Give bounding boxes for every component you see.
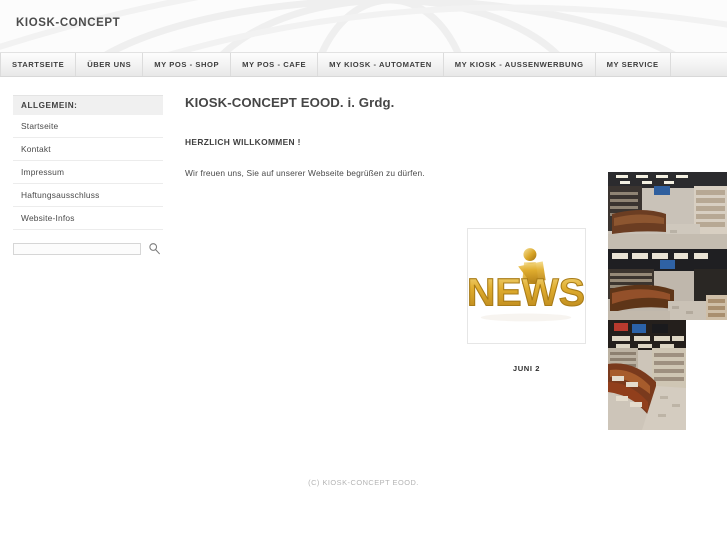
- sidebar-heading: ALLGEMEIN:: [13, 95, 163, 115]
- search-icon[interactable]: [148, 242, 161, 255]
- news-gold-image-icon: NEWS: [467, 228, 586, 344]
- sidebar-item-startseite[interactable]: Startseite: [13, 115, 163, 138]
- welcome-paragraph: Wir freuen uns, Sie auf unserer Webseite…: [185, 168, 425, 178]
- welcome-subtitle: HERZLICH WILLKOMMEN !: [185, 137, 301, 147]
- footer-copyright: (C) KIOSK-CONCEPT EOOD.: [308, 478, 419, 487]
- kiosk-photo-2: [608, 249, 727, 320]
- site-header: KIOSK-CONCEPT: [0, 0, 727, 52]
- page-root: KIOSK-CONCEPT STARTSEITE ÜBER UNS MY POS…: [0, 0, 727, 545]
- sidebar-search: [13, 242, 163, 255]
- main-content: KIOSK-CONCEPT EOOD. i. Grdg. HERZLICH WI…: [185, 95, 460, 180]
- svg-text:NEWS: NEWS: [467, 271, 585, 315]
- sidebar-item-impressum[interactable]: Impressum: [13, 161, 163, 184]
- nav-item-my-pos-shop[interactable]: MY POS - SHOP: [143, 53, 232, 76]
- sidebar-item-website-infos[interactable]: Website-Infos: [13, 207, 163, 230]
- news-block: NEWS JUNI 2: [467, 228, 586, 373]
- kiosk-photo-1: [608, 172, 727, 249]
- nav-item-startseite[interactable]: STARTSEITE: [0, 53, 77, 76]
- sidebar-item-kontakt[interactable]: Kontakt: [13, 138, 163, 161]
- sidebar-menu: ALLGEMEIN: Startseite Kontakt Impressum …: [13, 95, 163, 230]
- nav-empty-space: [671, 53, 727, 76]
- nav-item-my-pos-cafe[interactable]: MY POS - CAFE: [231, 53, 319, 76]
- main-navigation: STARTSEITE ÜBER UNS MY POS - SHOP MY POS…: [0, 52, 727, 77]
- news-date: JUNI 2: [512, 364, 541, 373]
- sidebar-item-haftungsausschluss[interactable]: Haftungsausschluss: [13, 184, 163, 207]
- content-area: ALLGEMEIN: Startseite Kontakt Impressum …: [0, 77, 727, 472]
- search-input[interactable]: [13, 242, 141, 255]
- nav-item-my-service[interactable]: MY SERVICE: [596, 53, 671, 76]
- nav-item-my-kiosk-automaten[interactable]: MY KIOSK - AUTOMATEN: [318, 53, 444, 76]
- nav-item-my-kiosk-aussenwerbung[interactable]: MY KIOSK - AUSSENWERBUNG: [444, 53, 596, 76]
- page-title: KIOSK-CONCEPT EOOD. i. Grdg.: [185, 95, 395, 110]
- nav-item-ueber-uns[interactable]: ÜBER UNS: [76, 53, 144, 76]
- site-title: KIOSK-CONCEPT: [16, 17, 121, 29]
- kiosk-photo-3: [608, 320, 686, 430]
